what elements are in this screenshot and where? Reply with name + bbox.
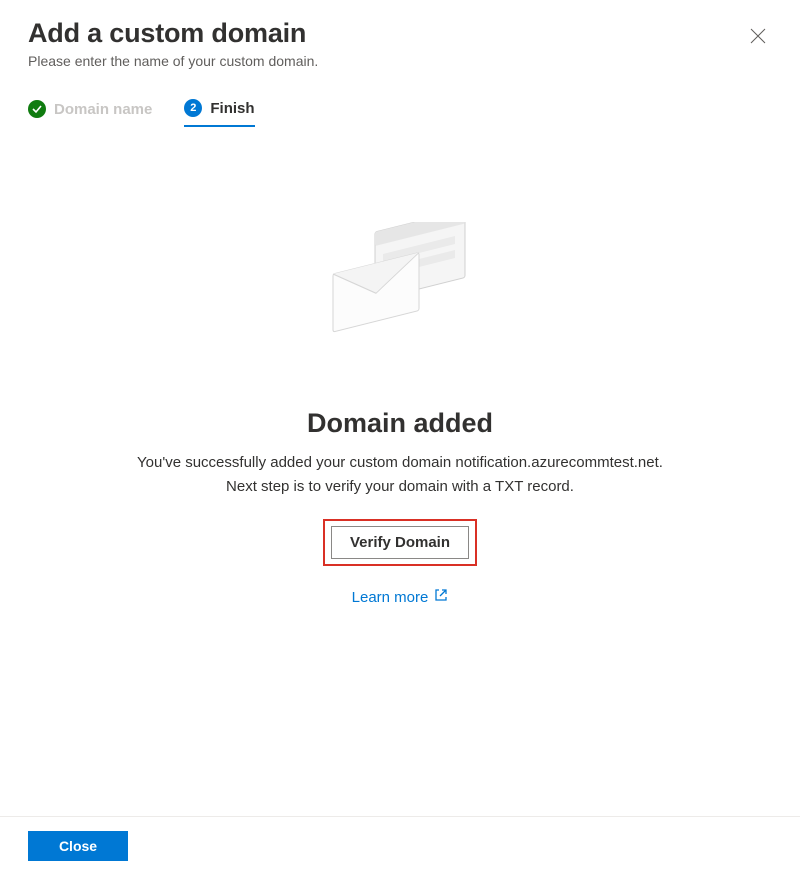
success-line-2: Next step is to verify your domain with … bbox=[226, 478, 574, 495]
verify-highlight-box: Verify Domain bbox=[323, 519, 477, 566]
step-finish[interactable]: 2 Finish bbox=[184, 99, 254, 127]
step-label: Finish bbox=[210, 100, 254, 117]
panel-title: Add a custom domain bbox=[28, 18, 318, 49]
success-line-1: You've successfully added your custom do… bbox=[137, 454, 663, 471]
verify-domain-button[interactable]: Verify Domain bbox=[331, 526, 469, 559]
step-number-badge: 2 bbox=[184, 99, 202, 117]
success-headline: Domain added bbox=[307, 408, 493, 439]
step-domain-name[interactable]: Domain name bbox=[28, 99, 152, 127]
learn-more-label: Learn more bbox=[352, 589, 429, 606]
step-label: Domain name bbox=[54, 101, 152, 118]
domain-illustration bbox=[315, 222, 485, 372]
external-link-icon bbox=[434, 588, 448, 606]
check-icon bbox=[28, 100, 46, 118]
close-button[interactable]: Close bbox=[28, 831, 128, 861]
step-indicator: Domain name 2 Finish bbox=[28, 99, 772, 127]
panel-footer: Close bbox=[0, 816, 800, 875]
learn-more-link[interactable]: Learn more bbox=[352, 588, 449, 606]
close-icon[interactable] bbox=[744, 22, 772, 50]
panel-subtitle: Please enter the name of your custom dom… bbox=[28, 53, 318, 69]
success-body: You've successfully added your custom do… bbox=[137, 451, 663, 499]
